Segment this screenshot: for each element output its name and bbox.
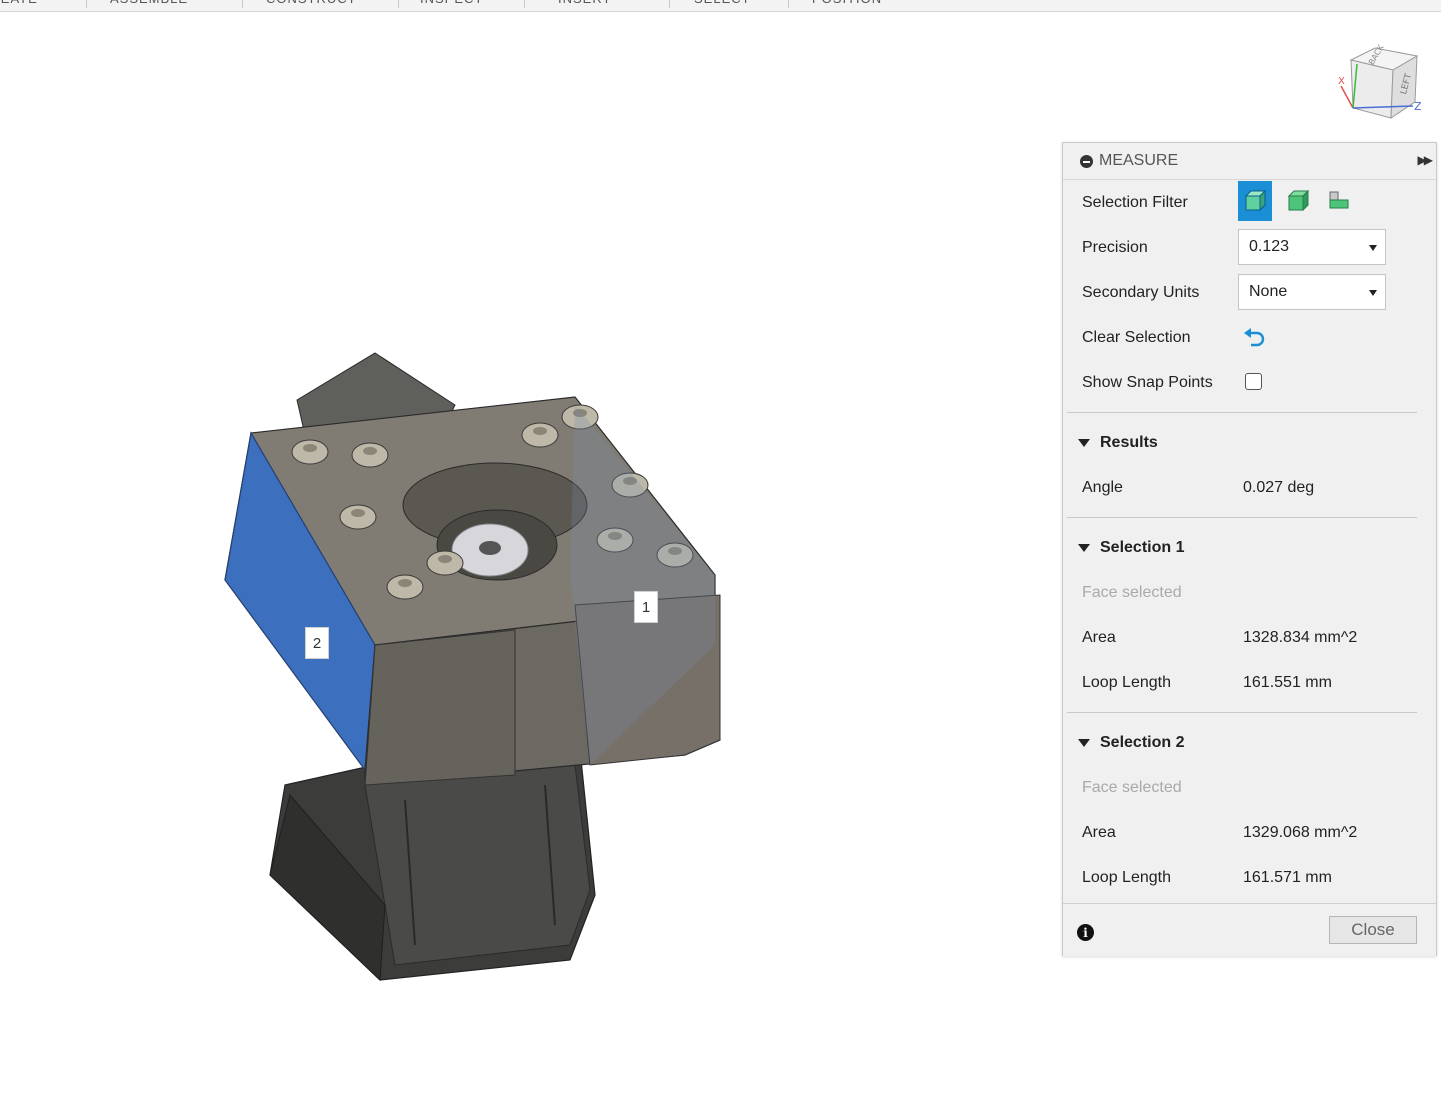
toolbar-item-position[interactable]: POSITION	[812, 0, 882, 11]
face-filter-icon	[1287, 189, 1310, 212]
3d-model[interactable]	[215, 345, 735, 995]
divider	[1067, 517, 1417, 518]
info-icon[interactable]: i	[1077, 924, 1094, 941]
secondary-units-dropdown[interactable]: None	[1238, 274, 1386, 310]
selection-2-loop-value: 161.571 mm	[1243, 869, 1332, 886]
chevron-down-icon	[1369, 290, 1377, 296]
viewcube-axis-z: Z	[1414, 100, 1422, 113]
selection-1-title[interactable]: Selection 1	[1100, 539, 1184, 557]
secondary-units-label: Secondary Units	[1082, 284, 1200, 301]
toolbar-separator	[242, 0, 243, 8]
toolbar-item-insert[interactable]: INSERT	[558, 0, 611, 11]
body-filter-icon	[1244, 189, 1267, 212]
toolbar-separator	[669, 0, 670, 8]
angle-value: 0.027 deg	[1243, 479, 1315, 496]
precision-dropdown[interactable]: 0.123	[1238, 229, 1386, 265]
selection-2-toggle-icon[interactable]	[1078, 739, 1090, 747]
precision-value: 0.123	[1249, 238, 1290, 255]
measure-panel: MEASURE ▶▶ Selection Filter Precision 0.…	[1062, 142, 1437, 956]
selection-2-area-label: Area	[1082, 824, 1116, 841]
toolbar-item-create[interactable]: CREATE	[0, 0, 38, 11]
selection-2-loop-label: Loop Length	[1082, 869, 1171, 886]
toolbar-item-assemble[interactable]: ASSEMBLE	[110, 0, 188, 11]
results-title[interactable]: Results	[1100, 434, 1158, 452]
show-snap-points-label: Show Snap Points	[1082, 374, 1213, 391]
edge-filter-icon	[1329, 191, 1349, 209]
panel-title: MEASURE	[1099, 152, 1179, 169]
toolbar: CREATE ASSEMBLE CONSTRUCT INSPECT INSERT…	[0, 0, 1441, 12]
selection-2-marker: 2	[305, 627, 329, 659]
toolbar-separator	[788, 0, 789, 8]
model-render[interactable]	[215, 345, 735, 995]
chevron-down-icon	[1369, 245, 1377, 251]
secondary-units-value: None	[1249, 283, 1288, 300]
selection-1-toggle-icon[interactable]	[1078, 544, 1090, 552]
selection-2-title[interactable]: Selection 2	[1100, 734, 1184, 752]
toolbar-separator	[398, 0, 399, 8]
undo-icon[interactable]	[1242, 327, 1266, 349]
toolbar-item-select[interactable]: SELECT	[694, 0, 751, 11]
toolbar-separator	[86, 0, 87, 8]
selection-filter-label: Selection Filter	[1082, 194, 1188, 211]
divider	[1067, 412, 1417, 413]
close-button[interactable]: Close	[1329, 916, 1417, 944]
toolbar-item-construct[interactable]: CONSTRUCT	[266, 0, 357, 11]
selection-2-status: Face selected	[1082, 779, 1182, 796]
selection-1-area-label: Area	[1082, 629, 1116, 646]
viewcube[interactable]: BACK LEFT X Z	[1335, 42, 1427, 124]
panel-footer: i Close	[1063, 903, 1436, 956]
expand-icon[interactable]: ▶▶	[1418, 153, 1434, 167]
selection-2-area-value: 1329.068 mm^2	[1243, 824, 1358, 841]
show-snap-points-checkbox[interactable]	[1245, 373, 1262, 390]
toolbar-item-inspect[interactable]: INSPECT	[420, 0, 483, 11]
panel-header: MEASURE ▶▶	[1063, 143, 1436, 180]
precision-label: Precision	[1082, 239, 1148, 256]
viewcube-axis-x: X	[1338, 76, 1345, 87]
selection-1-status: Face selected	[1082, 584, 1182, 601]
selection-1-loop-label: Loop Length	[1082, 674, 1171, 691]
clear-selection-label: Clear Selection	[1082, 329, 1191, 346]
divider	[1067, 712, 1417, 713]
filter-body-button[interactable]	[1238, 181, 1272, 221]
collapse-icon[interactable]	[1080, 155, 1093, 168]
toolbar-separator	[524, 0, 525, 8]
selection-1-area-value: 1328.834 mm^2	[1243, 629, 1358, 646]
results-toggle-icon[interactable]	[1078, 439, 1090, 447]
filter-face-button[interactable]	[1281, 181, 1315, 221]
selection-1-loop-value: 161.551 mm	[1243, 674, 1332, 691]
filter-edge-button[interactable]	[1322, 181, 1356, 221]
selection-1-marker: 1	[634, 591, 658, 623]
angle-label: Angle	[1082, 479, 1123, 496]
